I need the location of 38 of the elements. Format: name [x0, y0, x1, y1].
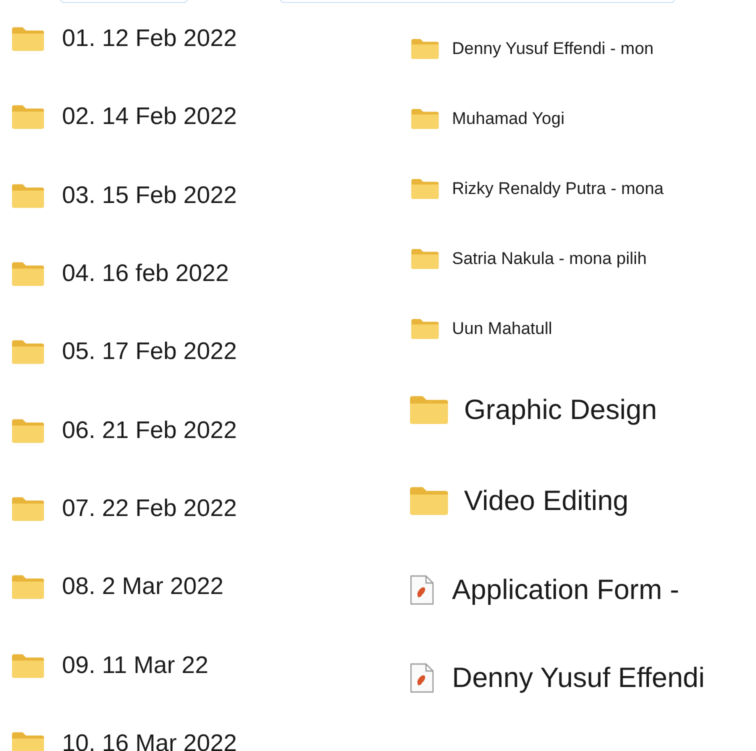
folder-name[interactable]: 08. 2 Mar 2022 [62, 569, 224, 606]
folder-name[interactable]: Uun Mahatull [452, 316, 552, 342]
folder-name[interactable]: 03. 15 Feb 2022 [62, 178, 237, 214]
folder-icon [410, 396, 448, 424]
folder-name[interactable]: Rizky Renaldy Putra - mona [452, 176, 664, 202]
folder-name[interactable]: Denny Yusuf Effendi - mon [452, 36, 654, 62]
file-name[interactable]: Denny Yusuf Effendi [452, 657, 705, 699]
folder-name[interactable]: 10. 16 Mar 2022 [62, 726, 237, 751]
folder-icon [410, 486, 448, 514]
folder-name[interactable]: 06. 21 Feb 2022 [62, 412, 237, 449]
folder-icon [410, 319, 440, 339]
folder-name[interactable]: 05. 17 Feb 2022 [62, 334, 237, 370]
folder-name[interactable]: Satria Nakula - mona pilih [452, 246, 647, 272]
file-name[interactable]: Application Form - [452, 569, 680, 611]
folder-icon [410, 109, 440, 129]
folder-icon [410, 249, 440, 269]
folder-name[interactable]: Video Editing [464, 480, 628, 522]
folder-icon [12, 418, 44, 443]
folder-name[interactable]: 02. 14 Feb 2022 [62, 99, 237, 136]
folder-name[interactable]: 04. 16 feb 2022 [62, 256, 229, 292]
folder-icon [410, 179, 440, 199]
folder-icon [12, 105, 44, 130]
folder-name[interactable]: 01. 12 Feb 2022 [62, 21, 237, 58]
pdf-file-icon [410, 663, 434, 693]
folder-name[interactable]: 07. 22 Feb 2022 [62, 490, 237, 527]
folder-name[interactable]: Muhamad Yogi [452, 106, 564, 132]
folder-icon [12, 340, 44, 364]
folder-name[interactable]: 09. 11 Mar 22 [62, 648, 208, 684]
folder-icon [12, 654, 44, 678]
folder-name[interactable]: Graphic Design [464, 388, 657, 430]
folder-icon [410, 39, 440, 59]
folder-icon [12, 732, 44, 751]
folder-icon [12, 184, 44, 208]
folder-icon [12, 262, 44, 286]
pdf-file-icon [410, 575, 434, 605]
folder-icon [12, 27, 44, 52]
folder-icon [12, 496, 44, 521]
folder-icon [12, 575, 44, 600]
